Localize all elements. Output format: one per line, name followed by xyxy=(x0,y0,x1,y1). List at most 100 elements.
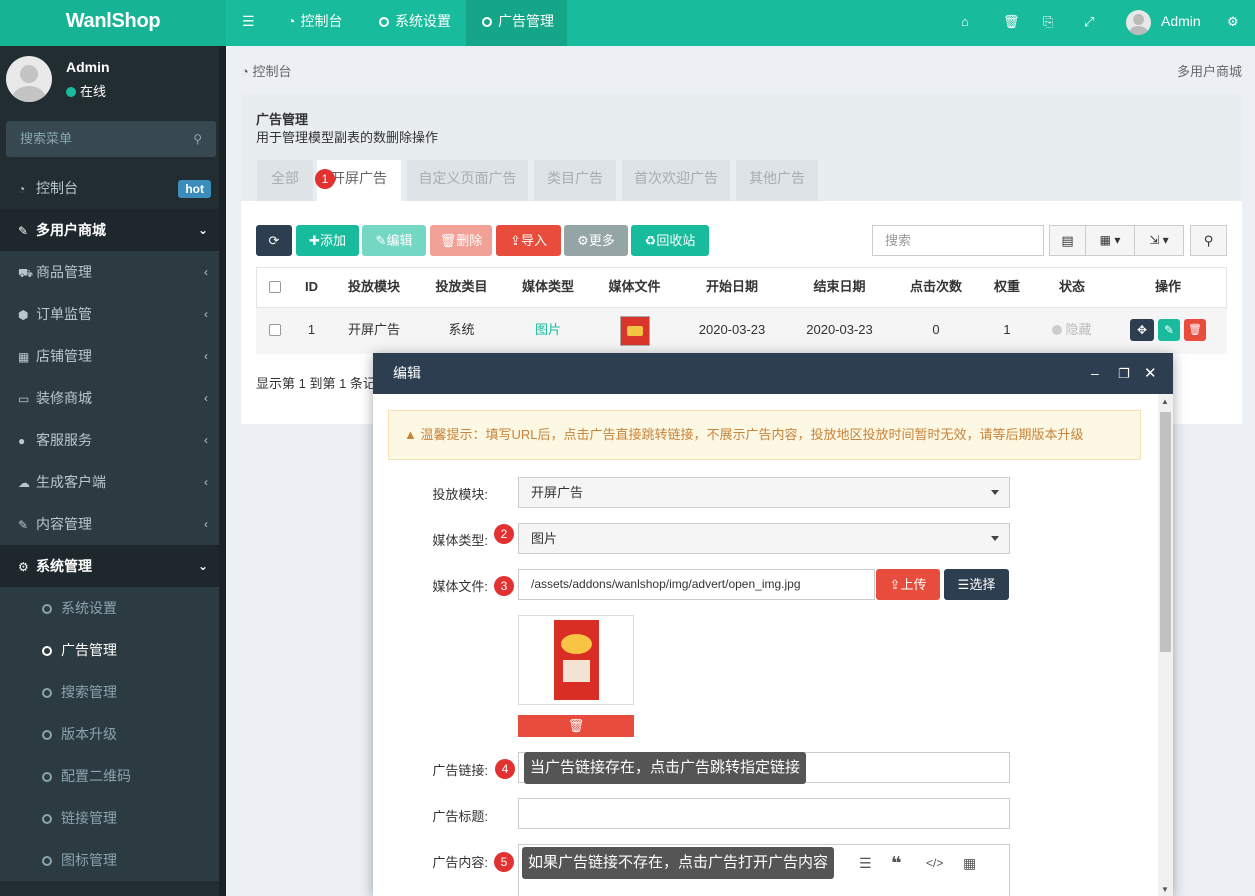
col-media-file[interactable]: 媒体文件 xyxy=(591,267,678,307)
maximize-icon[interactable]: ❐ xyxy=(1118,353,1130,394)
col-id[interactable]: ID xyxy=(293,267,330,307)
annotation-badge-2: 2 xyxy=(494,524,514,544)
search-button[interactable]: ⚲ xyxy=(1190,225,1227,256)
media-type-select[interactable]: 图片 xyxy=(518,523,1010,554)
col-end-date[interactable]: 结束日期 xyxy=(786,267,893,307)
sidebar-subitem-links[interactable]: 链接管理 xyxy=(0,797,226,839)
import-button[interactable]: ⇪导入 xyxy=(496,225,561,256)
row-checkbox[interactable] xyxy=(256,307,293,353)
gears-icon[interactable]: ⚙ xyxy=(1227,14,1239,30)
col-weight[interactable]: 权重 xyxy=(979,267,1035,307)
recycle-bin-button[interactable]: ♻回收站 xyxy=(631,225,709,256)
more-button[interactable]: ⚙更多 xyxy=(564,225,628,256)
sidebar-item-multi-shop[interactable]: ✎ 多用户商城 ⌄ xyxy=(0,209,226,251)
sidebar-item-orders[interactable]: ⬢ 订单监管 ‹ xyxy=(0,293,226,335)
sidebar-toggle-button[interactable]: ☰ xyxy=(242,0,255,46)
scroll-thumb[interactable] xyxy=(1160,412,1171,652)
translate-icon[interactable]: ⎘ xyxy=(1043,14,1053,30)
cell-media-type[interactable]: 图片 xyxy=(505,307,591,353)
col-module[interactable]: 投放模块 xyxy=(330,267,418,307)
modal-title: 编辑 xyxy=(393,365,421,381)
top-tab-system-settings[interactable]: 系统设置 xyxy=(379,0,451,46)
select-all-checkbox[interactable] xyxy=(256,267,293,307)
delete-button[interactable]: 🗑删除 xyxy=(430,225,492,256)
menu-search-input[interactable]: 搜索菜单 ⚲ xyxy=(6,121,216,157)
columns-button[interactable]: ▦ ▾ xyxy=(1085,225,1135,256)
scroll-down-icon[interactable]: ▼ xyxy=(1161,885,1169,894)
sidebar-avatar xyxy=(6,56,52,102)
status-dot-icon xyxy=(66,87,76,97)
chevron-left-icon: ‹ xyxy=(204,475,208,489)
sidebar-item-content[interactable]: ✎ 内容管理 ‹ xyxy=(0,503,226,545)
sidebar-item-service[interactable]: ● 客服服务 ‹ xyxy=(0,419,226,461)
sidebar-item-client[interactable]: ☁ 生成客户端 ‹ xyxy=(0,461,226,503)
circle-icon xyxy=(42,604,52,614)
fullscreen-icon[interactable]: ⤢ xyxy=(1084,14,1094,30)
col-media-type[interactable]: 媒体类型 xyxy=(505,267,591,307)
upload-button[interactable]: ⇪上传 xyxy=(876,569,940,600)
edit-icon: ✎ xyxy=(18,518,29,532)
drag-sort-button[interactable]: ✥ xyxy=(1130,319,1154,341)
circle-icon xyxy=(42,688,52,698)
chevron-down-icon: ⌄ xyxy=(197,559,208,573)
home-icon[interactable]: ⌂ xyxy=(961,14,969,29)
breadcrumb[interactable]: ◔ 控制台 xyxy=(241,61,291,80)
toggle-view-button[interactable]: ▤ xyxy=(1049,225,1086,256)
tab-all[interactable]: 全部 xyxy=(257,160,313,201)
sidebar-item-stores[interactable]: ▦ 店铺管理 ‹ xyxy=(0,335,226,377)
sidebar-subitem-icons[interactable]: 图标管理 xyxy=(0,839,226,881)
top-tab-ad-management[interactable]: 广告管理 xyxy=(466,0,567,46)
avatar[interactable] xyxy=(1126,10,1151,35)
quote-icon[interactable]: ❝ xyxy=(891,853,902,874)
remove-image-button[interactable]: 🗑 xyxy=(518,715,634,737)
col-start-date[interactable]: 开始日期 xyxy=(678,267,786,307)
sidebar-item-decoration[interactable]: ▭ 装修商城 ‹ xyxy=(0,377,226,419)
media-file-input[interactable]: /assets/addons/wanlshop/img/advert/open_… xyxy=(518,569,875,600)
export-button[interactable]: ⇲ ▾ xyxy=(1134,225,1184,256)
trash-icon[interactable]: 🗑 xyxy=(1003,14,1020,30)
col-clicks[interactable]: 点击次数 xyxy=(893,267,979,307)
content-label: 广告内容: xyxy=(432,855,488,870)
sidebar-item-dashboard[interactable]: ◔ 控制台 hot xyxy=(0,167,226,209)
minimize-icon[interactable]: ‒ xyxy=(1091,353,1099,394)
title-input[interactable] xyxy=(518,798,1010,829)
sidebar-subitem-ad-management[interactable]: 广告管理 xyxy=(0,629,226,671)
top-tab-dashboard[interactable]: ◔ 控制台 xyxy=(287,0,342,46)
scroll-up-icon[interactable]: ▲ xyxy=(1161,397,1169,406)
col-category[interactable]: 投放类目 xyxy=(418,267,505,307)
close-icon[interactable]: ✕ xyxy=(1144,353,1157,394)
sidebar-subitem-upgrade[interactable]: 版本升级 xyxy=(0,713,226,755)
cell-end-date: 2020-03-23 xyxy=(806,322,873,337)
magic-icon: ✎ xyxy=(18,224,29,238)
breadcrumb-right[interactable]: 多用户商城 xyxy=(1177,61,1242,80)
refresh-button[interactable]: ⟳ xyxy=(256,225,292,256)
tab-custom-page-ad[interactable]: 自定义页面广告 xyxy=(407,160,528,201)
code-icon[interactable]: </> xyxy=(926,856,943,870)
choose-button[interactable]: ☰选择 xyxy=(944,569,1009,600)
sidebar-subitem-search[interactable]: 搜索管理 xyxy=(0,671,226,713)
cell-start-date: 2020-03-23 xyxy=(698,322,766,337)
row-delete-button[interactable]: 🗑 xyxy=(1184,319,1206,341)
list-icon[interactable]: ☰ xyxy=(859,855,872,872)
sidebar-item-system[interactable]: ⚙ 系统管理 ⌄ xyxy=(0,545,226,587)
tab-other-ad[interactable]: 其他广告 xyxy=(736,160,818,201)
table-icon[interactable]: ▦ xyxy=(963,855,976,872)
sidebar-item-goods[interactable]: ⛟ 商品管理 ‹ xyxy=(0,251,226,293)
module-select[interactable]: 开屏广告 xyxy=(518,477,1010,508)
tab-welcome-ad[interactable]: 首次欢迎广告 xyxy=(622,160,730,201)
cell-category: 系统 xyxy=(448,322,475,337)
modal-scrollbar[interactable]: ▲ ▼ xyxy=(1158,394,1173,896)
sidebar-subitem-qrcode[interactable]: 配置二维码 xyxy=(0,755,226,797)
row-edit-button[interactable]: ✎ xyxy=(1158,319,1180,341)
col-status[interactable]: 状态 xyxy=(1035,267,1109,307)
add-button[interactable]: ✚添加 xyxy=(296,225,359,256)
media-thumbnail[interactable] xyxy=(620,316,650,346)
user-name[interactable]: Admin xyxy=(1161,0,1201,46)
sidebar-subitem-system-settings[interactable]: 系统设置 xyxy=(0,587,226,629)
logo[interactable]: WanlShop xyxy=(0,0,226,46)
tab-category-ad[interactable]: 类目广告 xyxy=(534,160,616,201)
sidebar-scrollbar[interactable] xyxy=(219,46,226,896)
table-search-input[interactable]: 搜索 xyxy=(872,225,1044,256)
chevron-left-icon: ‹ xyxy=(204,391,208,405)
edit-button[interactable]: ✎编辑 xyxy=(362,225,426,256)
